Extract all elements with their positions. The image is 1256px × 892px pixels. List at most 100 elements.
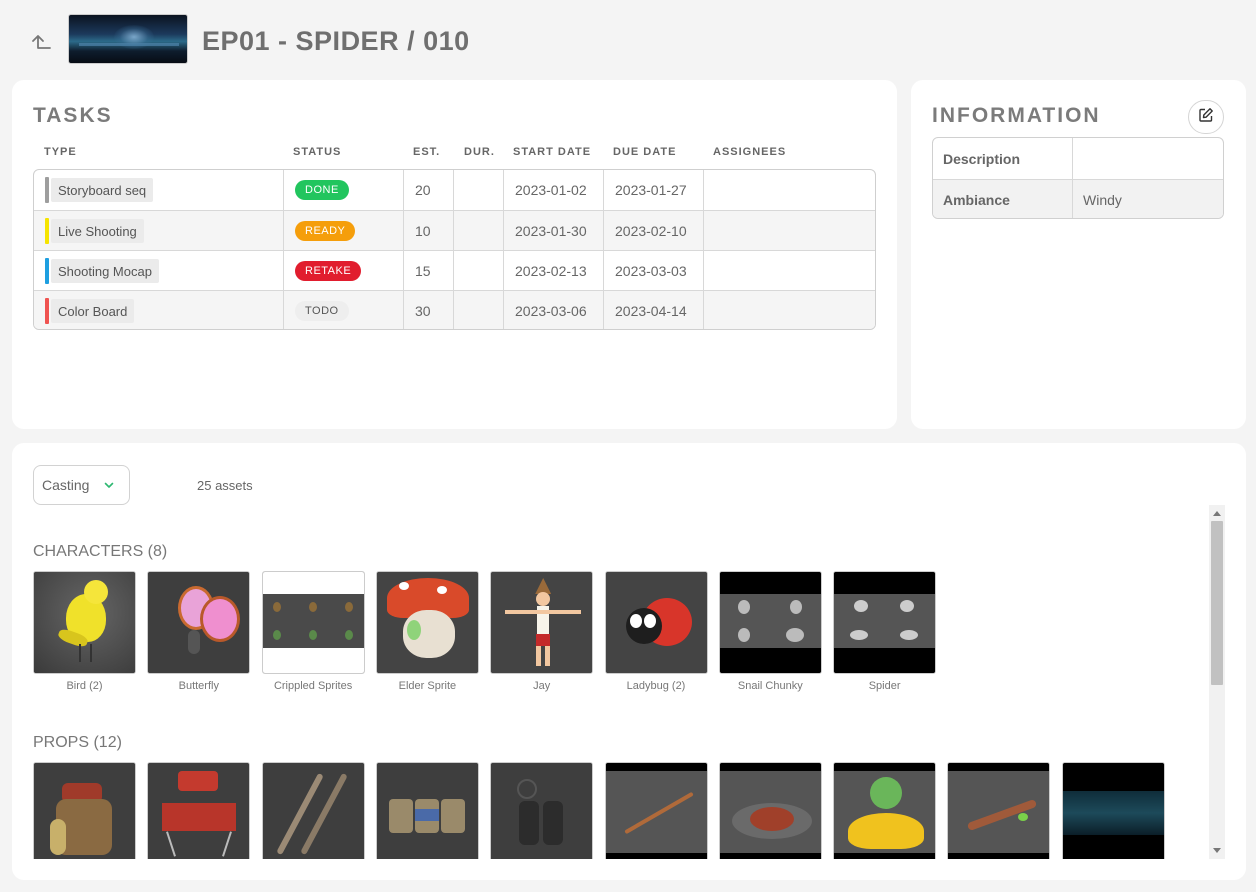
scrollbar[interactable] <box>1209 505 1225 859</box>
asset-card[interactable]: Bird (2) <box>33 571 136 692</box>
asset-thumbnail[interactable] <box>261 762 365 859</box>
status-badge[interactable]: READY <box>295 221 356 241</box>
edit-button[interactable] <box>1188 100 1224 134</box>
asset-card[interactable] <box>375 762 479 859</box>
type-cell[interactable]: Color Board <box>34 291 283 329</box>
due-date-cell[interactable]: 2023-03-03 <box>603 251 703 291</box>
status-cell[interactable]: TODO <box>283 291 403 329</box>
info-value[interactable]: Windy <box>1072 180 1223 218</box>
task-type[interactable]: Live Shooting <box>51 219 144 243</box>
due-date-cell[interactable]: 2023-02-10 <box>603 211 703 251</box>
asset-card[interactable] <box>490 762 594 859</box>
start-date-cell[interactable]: 2023-01-30 <box>503 211 603 251</box>
estimate-cell[interactable]: 15 <box>403 251 453 291</box>
type-cell[interactable]: Storyboard seq <box>34 170 283 210</box>
scroll-thumb[interactable] <box>1211 521 1223 685</box>
asset-card[interactable]: Spider <box>833 571 937 692</box>
asset-card[interactable]: Ladybug (2) <box>604 571 708 692</box>
asset-thumbnail[interactable] <box>833 571 937 674</box>
asset-card[interactable] <box>947 762 1051 859</box>
column-header-assignees[interactable]: ASSIGNEES <box>713 146 786 158</box>
asset-name: Elder Sprite <box>398 680 457 692</box>
task-type[interactable]: Shooting Mocap <box>51 259 159 283</box>
asset-card[interactable] <box>1061 762 1165 859</box>
asset-thumbnail[interactable] <box>147 571 251 674</box>
status-cell[interactable]: READY <box>283 211 403 251</box>
assignees-cell[interactable] <box>703 170 875 210</box>
asset-card[interactable] <box>718 762 822 859</box>
status-badge[interactable]: TODO <box>295 301 349 321</box>
column-header-type[interactable]: TYPE <box>44 146 77 158</box>
asset-thumbnail[interactable] <box>33 762 136 859</box>
table-row[interactable]: Live Shooting READY 10 2023-01-30 2023-02-10 <box>34 210 875 251</box>
tasks-title: TASKS <box>33 104 113 127</box>
task-type[interactable]: Color Board <box>51 299 135 323</box>
asset-thumbnail[interactable] <box>1061 762 1165 859</box>
asset-thumbnail[interactable] <box>490 571 594 674</box>
edit-icon <box>1198 107 1214 128</box>
asset-thumbnail[interactable] <box>375 571 479 674</box>
info-value[interactable] <box>1072 138 1223 179</box>
assignees-cell[interactable] <box>703 251 875 291</box>
estimate-cell[interactable]: 10 <box>403 211 453 251</box>
back-arrow-icon[interactable] <box>30 30 54 54</box>
asset-thumbnail[interactable] <box>947 762 1051 859</box>
assignees-cell[interactable] <box>703 211 875 251</box>
task-type[interactable]: Storyboard seq <box>51 178 154 202</box>
asset-card[interactable]: Snail Chunky <box>718 571 822 692</box>
casting-list[interactable]: CHARACTERS (8) PROPS (12) Bird (2) Butter… <box>12 505 1208 859</box>
asset-thumbnail[interactable] <box>33 571 136 674</box>
assignees-cell[interactable] <box>703 291 875 329</box>
asset-card[interactable] <box>147 762 251 859</box>
asset-thumbnail[interactable] <box>833 762 937 859</box>
asset-card[interactable]: Crippled Sprites <box>261 571 365 692</box>
column-header-status[interactable]: STATUS <box>293 146 341 158</box>
casting-mode-value: Casting <box>42 477 90 493</box>
asset-thumbnail[interactable] <box>718 571 822 674</box>
estimate-cell[interactable]: 20 <box>403 170 453 210</box>
scroll-up-arrow[interactable] <box>1213 511 1221 516</box>
status-cell[interactable]: DONE <box>283 170 403 210</box>
estimate-cell[interactable]: 30 <box>403 291 453 329</box>
duration-cell[interactable] <box>453 170 503 210</box>
asset-thumbnail[interactable] <box>375 762 479 859</box>
asset-card[interactable] <box>604 762 708 859</box>
asset-card[interactable] <box>833 762 937 859</box>
start-date-cell[interactable]: 2023-02-13 <box>503 251 603 291</box>
asset-thumbnail[interactable] <box>604 762 708 859</box>
type-cell[interactable]: Live Shooting <box>34 211 283 251</box>
asset-thumbnail[interactable] <box>261 571 365 674</box>
status-cell[interactable]: RETAKE <box>283 251 403 291</box>
status-badge[interactable]: DONE <box>295 180 349 200</box>
shot-thumbnail[interactable] <box>68 14 188 64</box>
asset-name: Ladybug (2) <box>626 680 686 692</box>
asset-card[interactable]: Jay <box>490 571 594 692</box>
asset-thumbnail[interactable] <box>718 762 822 859</box>
asset-thumbnail[interactable] <box>490 762 594 859</box>
duration-cell[interactable] <box>453 211 503 251</box>
scroll-down-arrow[interactable] <box>1213 848 1221 853</box>
table-row[interactable]: Color Board TODO 30 2023-03-06 2023-04-14 <box>34 290 875 329</box>
start-date-cell[interactable]: 2023-01-02 <box>503 170 603 210</box>
column-header-start-date[interactable]: START DATE <box>513 146 591 158</box>
column-header-dur[interactable]: DUR. <box>464 146 495 158</box>
casting-mode-select[interactable]: Casting <box>33 465 130 505</box>
asset-card[interactable]: Butterfly <box>147 571 251 692</box>
start-date-cell[interactable]: 2023-03-06 <box>503 291 603 329</box>
duration-cell[interactable] <box>453 251 503 291</box>
asset-thumbnail[interactable] <box>604 571 708 674</box>
column-header-est[interactable]: EST. <box>413 146 440 158</box>
asset-card[interactable] <box>261 762 365 859</box>
column-header-due-date[interactable]: DUE DATE <box>613 146 676 158</box>
asset-card[interactable]: Elder Sprite <box>375 571 479 692</box>
due-date-cell[interactable]: 2023-01-27 <box>603 170 703 210</box>
information-title: INFORMATION <box>932 104 1101 127</box>
asset-thumbnail[interactable] <box>147 762 251 859</box>
due-date-cell[interactable]: 2023-04-14 <box>603 291 703 329</box>
duration-cell[interactable] <box>453 291 503 329</box>
type-cell[interactable]: Shooting Mocap <box>34 251 283 291</box>
table-row[interactable]: Shooting Mocap RETAKE 15 2023-02-13 2023-03-… <box>34 250 875 291</box>
table-row[interactable]: Storyboard seq DONE 20 2023-01-02 2023-01-27 <box>34 170 875 210</box>
asset-card[interactable] <box>33 762 136 859</box>
status-badge[interactable]: RETAKE <box>295 261 362 281</box>
